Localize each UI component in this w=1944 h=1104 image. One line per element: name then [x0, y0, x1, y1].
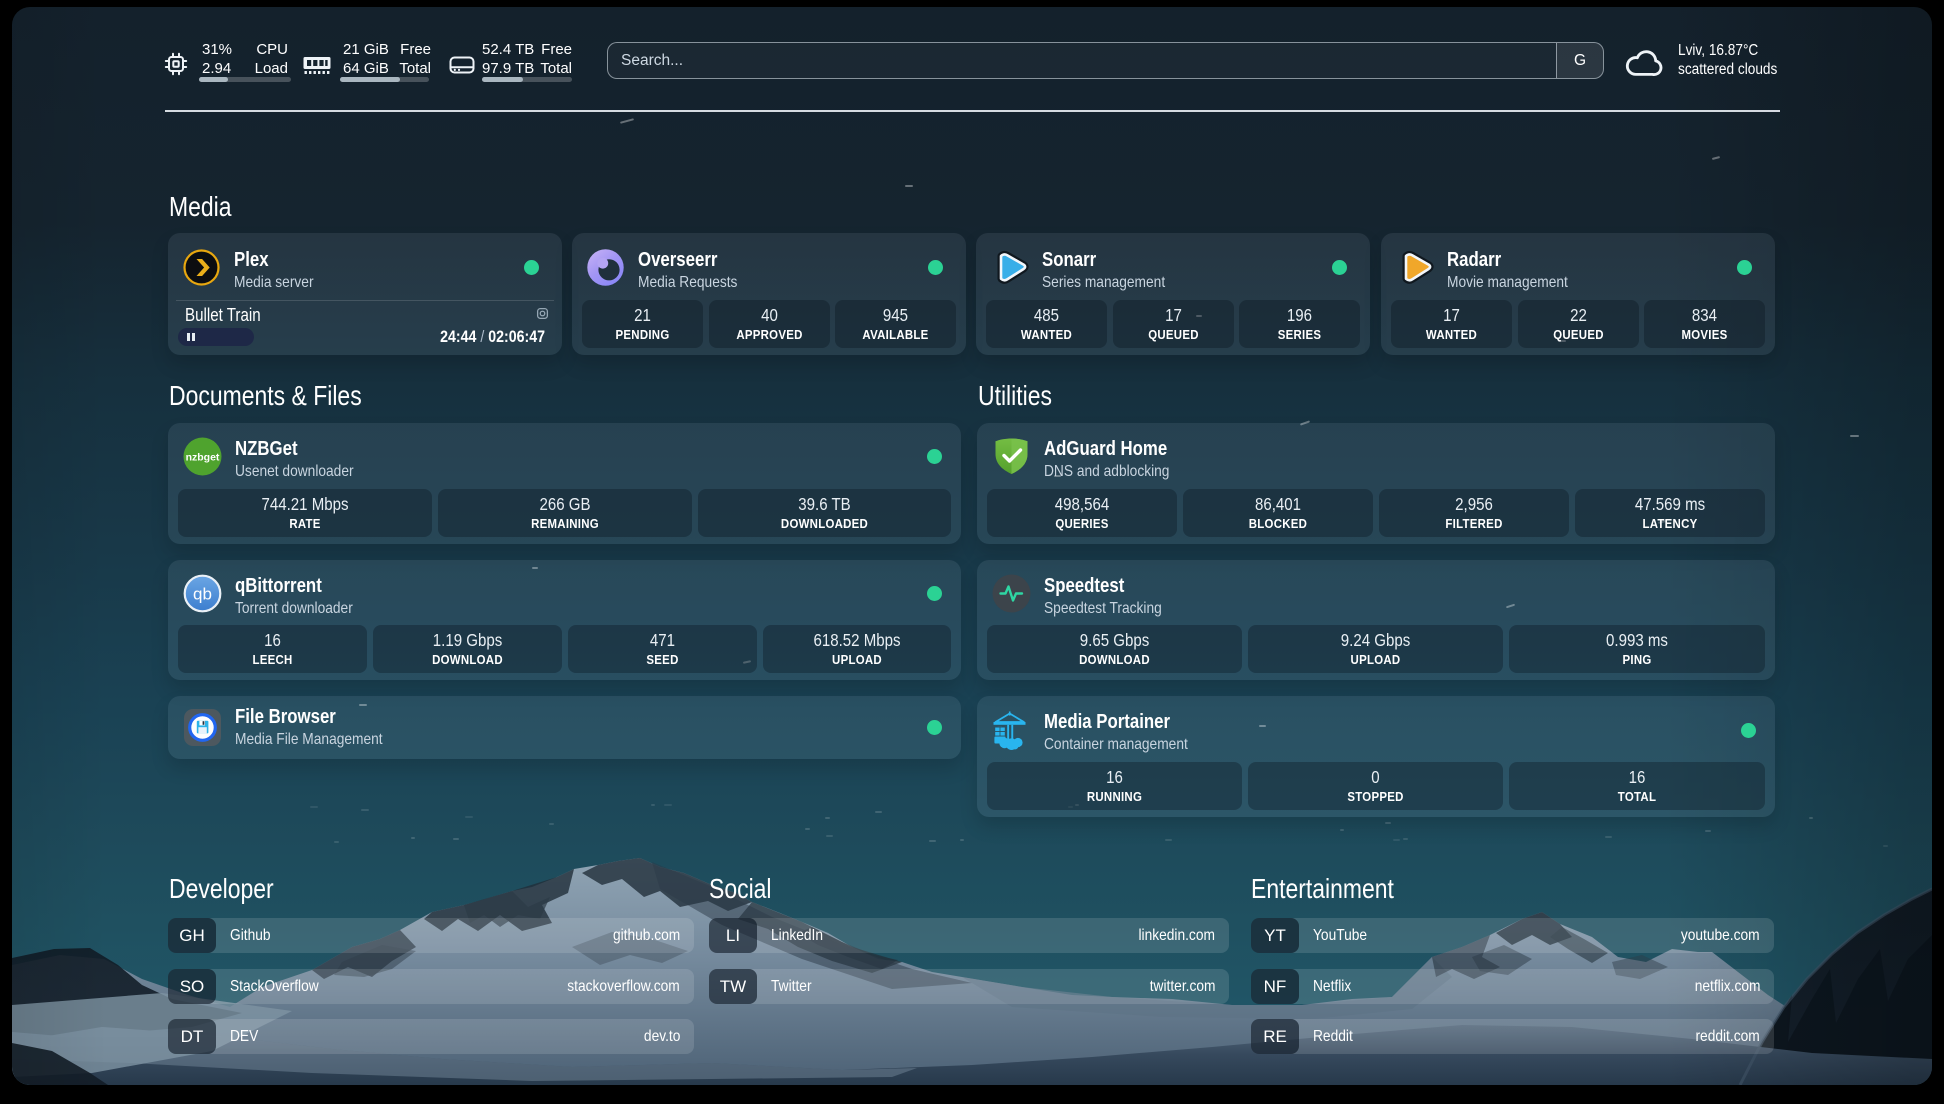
svg-text:qb: qb: [193, 585, 212, 604]
svg-text:nzbget: nzbget: [186, 452, 220, 464]
